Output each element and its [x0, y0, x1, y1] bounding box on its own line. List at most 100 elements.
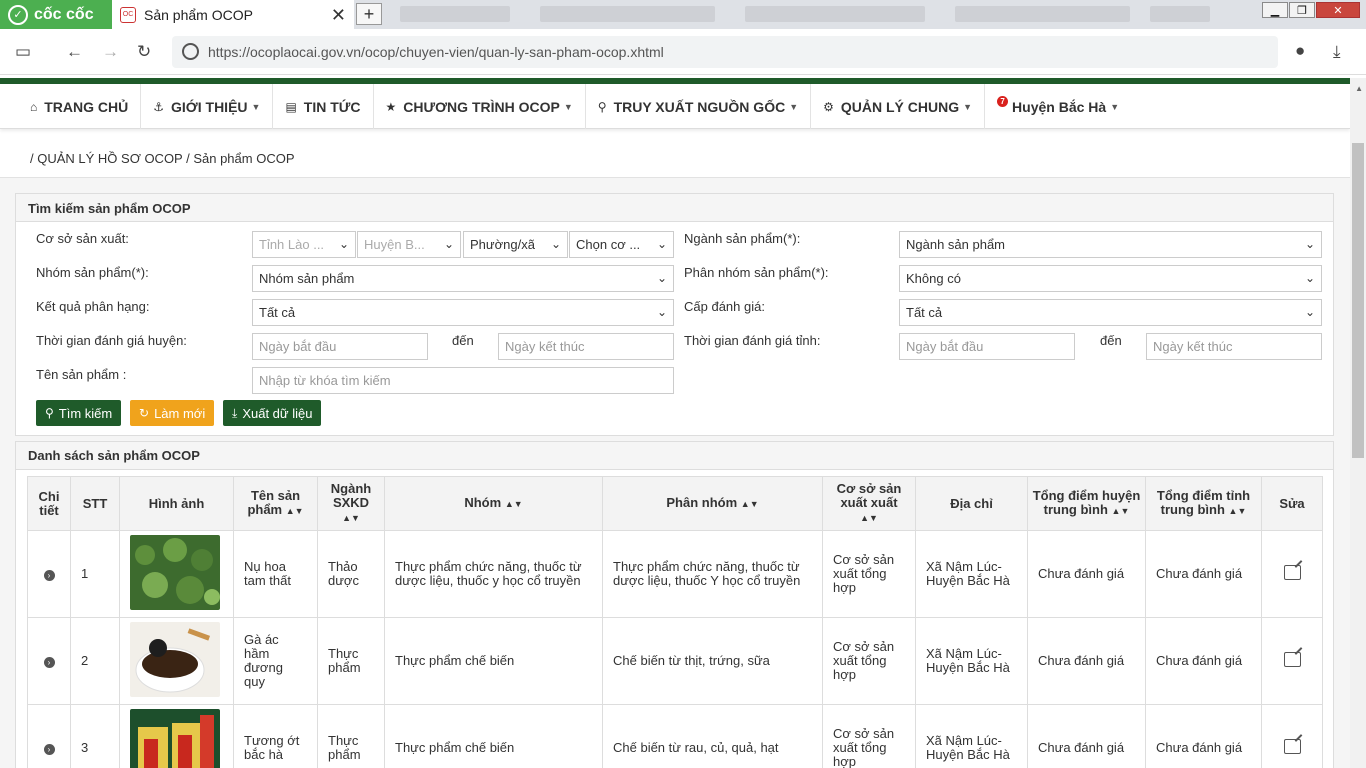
col-ten[interactable]: Tên sản phẩm ▲▼	[233, 476, 318, 531]
chevron-down-icon: ▼	[789, 101, 799, 112]
nav-label: CHƯƠNG TRÌNH OCOP	[403, 98, 560, 115]
expand-row-icon[interactable]: ›	[43, 570, 55, 581]
date-start-huyen-input[interactable]: Ngày bắt đầu	[252, 333, 428, 360]
url-input[interactable]: https://ocoplaocai.gov.vn/ocop/chuyen-vi…	[172, 36, 1278, 68]
sort-icon: ▲▼	[1111, 506, 1130, 516]
product-image	[130, 709, 220, 768]
date-end-tinh-input[interactable]: Ngày kết thúc	[1146, 333, 1322, 360]
chevron-down-icon: ▼	[563, 101, 573, 112]
maximize-icon[interactable]: ❐	[1289, 2, 1315, 18]
background-tab[interactable]	[745, 6, 925, 22]
col-co-so[interactable]: Cơ sở sản xuất xuất ▲▼	[822, 476, 916, 531]
col-nhom[interactable]: Nhóm ▲▼	[384, 476, 603, 531]
label-tg-huyen: Thời gian đánh giá huyện:	[36, 333, 187, 348]
cell-diem-tinh: Chưa đánh giá	[1145, 530, 1262, 618]
globe-icon	[182, 43, 199, 60]
search-button[interactable]: ⚲ Tìm kiếm	[36, 400, 122, 426]
edit-icon[interactable]	[1283, 565, 1301, 580]
cell-co-so: Cơ sở sản xuất tổng hợp	[822, 530, 916, 618]
background-tab[interactable]	[400, 6, 510, 22]
window-close-icon[interactable]: ✕	[1316, 2, 1360, 18]
col-label: Nhóm	[464, 495, 502, 510]
label-cap: Cấp đánh giá:	[684, 299, 765, 314]
nav-label: TRANG CHỦ	[44, 98, 129, 115]
chevron-down-icon: ⌄	[1304, 305, 1315, 319]
nav-item-trang-chu[interactable]: ⌂ TRANG CHỦ	[0, 84, 142, 129]
reset-button-label: Làm mới	[154, 405, 206, 421]
close-tab-icon[interactable]: ✕	[331, 5, 346, 26]
date-start-tinh-input[interactable]: Ngày bắt đầu	[899, 333, 1075, 360]
col-label: Ngành SXKD	[330, 481, 372, 510]
table-row: › 1 Nụ hoa tam thất Thảo dược Thực phẩm …	[27, 530, 1323, 618]
expand-row-icon[interactable]: ›	[43, 744, 55, 755]
sidebar-toggle-icon[interactable]: ▭	[15, 42, 31, 62]
date-end-huyen-input[interactable]: Ngày kết thúc	[498, 333, 674, 360]
scrollbar-thumb[interactable]	[1352, 143, 1364, 458]
nav-item-gioi-thieu[interactable]: ⚓ GIỚI THIỆU ▼	[141, 84, 274, 129]
label-den: đến	[452, 333, 474, 348]
scroll-up-icon[interactable]: ▲	[1355, 84, 1363, 93]
label-nganh: Ngành sản phẩm(*):	[684, 231, 801, 246]
tab-active[interactable]: OC Sản phẩm OCOP ✕	[112, 0, 354, 29]
col-chi-tiet: Chi tiết	[27, 476, 71, 531]
profile-icon[interactable]: ●	[1295, 41, 1305, 61]
nav-item-tin-tuc[interactable]: ▤ TIN TỨC	[273, 84, 374, 129]
background-tab[interactable]	[955, 6, 1130, 22]
select-ket-qua[interactable]: Tất cả ⌄	[252, 299, 674, 326]
col-phan-nhom[interactable]: Phân nhóm ▲▼	[602, 476, 823, 531]
nav-user-menu[interactable]: 7 Huyện Bắc Hà ▼	[985, 84, 1131, 129]
product-table: Chi tiết STT Hình ảnh Tên sản phẩm ▲▼ Ng…	[27, 476, 1323, 768]
expand-row-icon[interactable]: ›	[43, 657, 55, 668]
background-tab[interactable]	[540, 6, 715, 22]
col-nganh[interactable]: Ngành SXKD ▲▼	[317, 476, 385, 531]
chevron-down-icon: ⌄	[550, 237, 561, 251]
back-icon[interactable]: ←	[66, 42, 83, 62]
select-tinh[interactable]: Tỉnh Lào ... ⌄	[252, 231, 356, 258]
select-value: Tỉnh Lào ...	[259, 237, 325, 252]
reset-button[interactable]: ↻ Làm mới	[130, 400, 215, 426]
sort-icon: ▲▼	[740, 499, 759, 509]
sort-icon: ▲▼	[504, 499, 523, 509]
table-header-row: Chi tiết STT Hình ảnh Tên sản phẩm ▲▼ Ng…	[27, 476, 1323, 531]
nav-item-truy-xuat[interactable]: ⚲ TRUY XUẤT NGUỒN GỐC ▼	[586, 84, 812, 129]
label-den: đến	[1100, 333, 1122, 348]
chevron-down-icon: ⌄	[656, 271, 667, 285]
select-co-so[interactable]: Chọn cơ ... ⌄	[569, 231, 674, 258]
select-cap[interactable]: Tất cả ⌄	[899, 299, 1322, 326]
cell-ten: Tương ớt bắc hà	[233, 704, 318, 768]
background-tab[interactable]	[1150, 6, 1210, 22]
nav-item-chuong-trinh-ocop[interactable]: ★ CHƯƠNG TRÌNH OCOP ▼	[374, 84, 586, 129]
select-value: Huyện B...	[364, 237, 425, 252]
export-button[interactable]: ⤓ Xuất dữ liệu	[223, 400, 322, 426]
cell-phan-nhom: Chế biến từ rau, củ, quả, hạt	[602, 704, 823, 768]
star-icon: ★	[385, 99, 397, 114]
col-diem-huyen[interactable]: Tổng điểm huyện trung bình ▲▼	[1027, 476, 1146, 531]
chevron-down-icon: ⌄	[1304, 271, 1315, 285]
search-icon: ⚲	[45, 406, 54, 420]
edit-icon[interactable]	[1283, 652, 1301, 667]
cell-nhom: Thực phẩm chế biến	[384, 704, 603, 768]
list-panel-title: Danh sách sản phẩm OCOP	[16, 442, 1333, 470]
browser-brand[interactable]: ✓ cốc cốc	[0, 0, 112, 29]
reload-icon[interactable]: ↻	[137, 42, 151, 62]
chevron-down-icon: ⌄	[656, 305, 667, 319]
col-diem-tinh[interactable]: Tổng điểm tỉnh trung bình ▲▼	[1145, 476, 1262, 531]
cell-stt: 1	[70, 530, 120, 618]
nav-item-quan-ly-chung[interactable]: ⚙ QUẢN LÝ CHUNG ▼	[811, 84, 986, 129]
download-icon[interactable]: ⤓	[1333, 42, 1341, 62]
chevron-down-icon: ⌄	[443, 237, 454, 251]
forward-icon[interactable]: →	[102, 42, 119, 62]
select-nganh[interactable]: Ngành sản phẩm ⌄	[899, 231, 1322, 258]
nav-label: TRUY XUẤT NGUỒN GỐC	[613, 98, 786, 115]
new-tab-button[interactable]: +	[356, 3, 382, 25]
cell-diem-huyen: Chưa đánh giá	[1027, 530, 1146, 618]
minimize-icon[interactable]: ▁	[1262, 2, 1288, 18]
select-huyen[interactable]: Huyện B... ⌄	[357, 231, 461, 258]
select-phan-nhom[interactable]: Không có ⌄	[899, 265, 1322, 292]
select-phuong[interactable]: Phường/xã ⌄	[463, 231, 568, 258]
keyword-input[interactable]: Nhập từ khóa tìm kiếm	[252, 367, 674, 394]
cell-dia-chi: Xã Nậm Lúc-Huyện Bắc Hà	[915, 530, 1028, 618]
edit-icon[interactable]	[1283, 739, 1301, 754]
select-nhom[interactable]: Nhóm sản phẩm ⌄	[252, 265, 674, 292]
coccoc-logo-icon: ✓	[8, 4, 28, 25]
